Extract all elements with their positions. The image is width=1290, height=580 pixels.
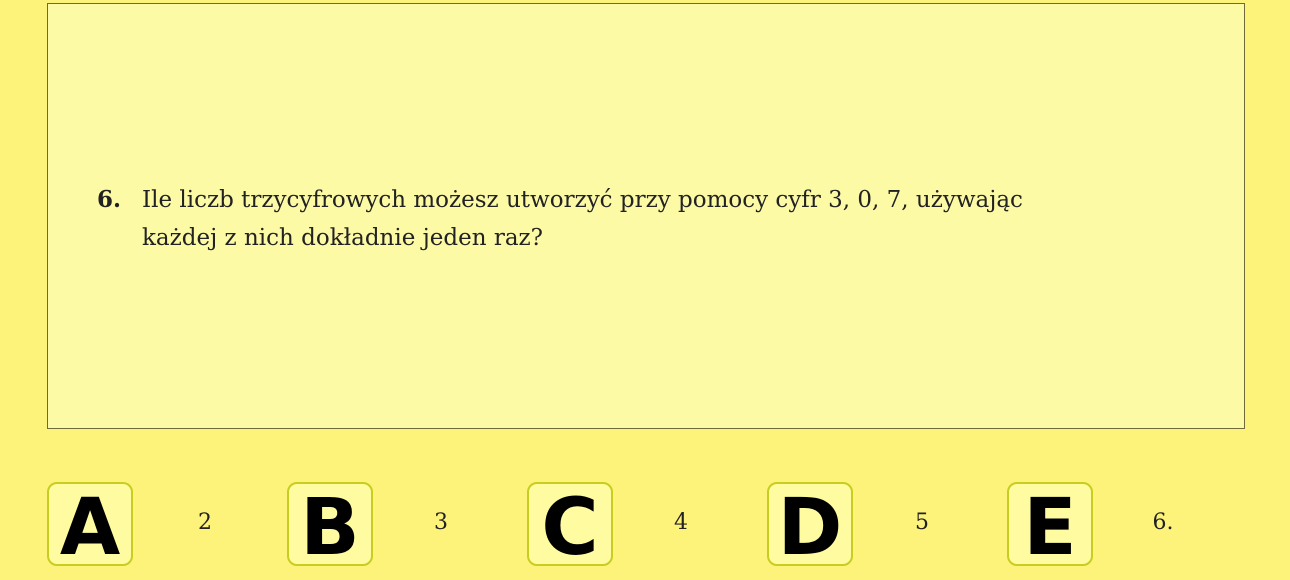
answer-d-value: 5 bbox=[915, 510, 929, 535]
answer-c-value: 4 bbox=[674, 510, 688, 535]
answer-b-value: 3 bbox=[434, 510, 448, 535]
answer-c-letter: C bbox=[541, 483, 599, 573]
answer-e-letter: E bbox=[1023, 483, 1077, 573]
answer-c-button[interactable]: C bbox=[527, 482, 613, 573]
answer-a-letter: A bbox=[59, 483, 121, 573]
answer-options: A 2 B 3 C 4 D 5 E 6. bbox=[0, 480, 1290, 570]
answer-e-button[interactable]: E bbox=[1007, 482, 1093, 573]
answer-d-letter: D bbox=[777, 483, 843, 573]
answer-a-value: 2 bbox=[198, 510, 212, 535]
answer-d-button[interactable]: D bbox=[767, 482, 853, 573]
answer-b-letter: B bbox=[300, 483, 360, 573]
question-block: 6. Ile liczb trzycyfrowych możesz utworz… bbox=[97, 181, 1137, 257]
question-text: Ile liczb trzycyfrowych możesz utworzyć … bbox=[142, 187, 1023, 251]
answer-b-button[interactable]: B bbox=[287, 482, 373, 573]
question-number: 6. bbox=[97, 186, 122, 213]
answer-e-value: 6. bbox=[1152, 510, 1174, 535]
answer-a-button[interactable]: A bbox=[47, 482, 133, 573]
